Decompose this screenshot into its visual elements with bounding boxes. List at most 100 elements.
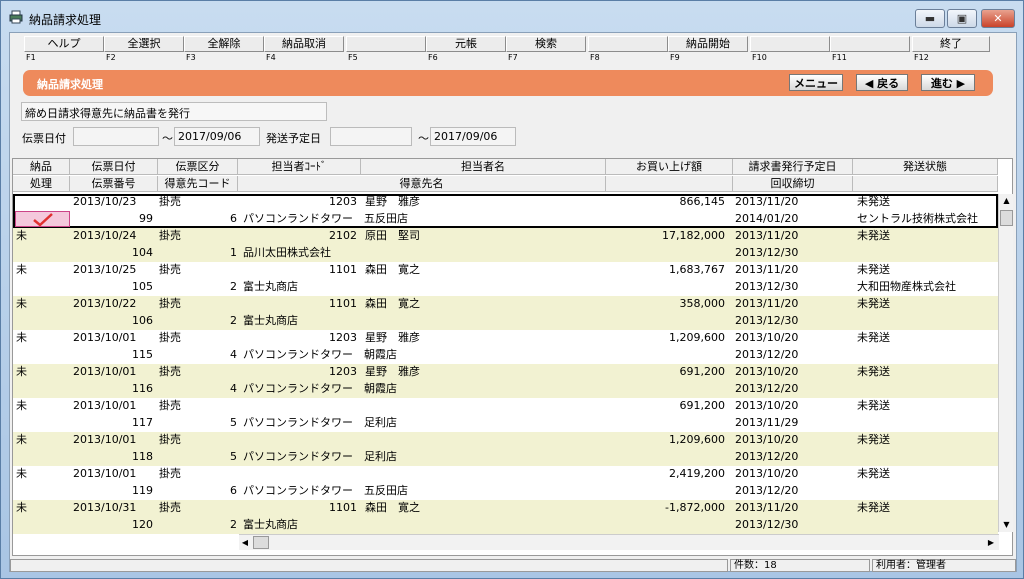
header2-4[interactable]: 回収締切 (733, 176, 853, 192)
status-count: 件数：18 (730, 559, 870, 572)
header-6[interactable]: 請求書発行予定日 (733, 159, 853, 175)
row-amount: 866,145 (679, 195, 726, 208)
header-2[interactable]: 伝票区分 (158, 159, 238, 175)
table-row[interactable]: 未 2013/10/25 掛売 1101 森田 寛之 1,683,767 2013/11/2… (13, 262, 998, 296)
horizontal-scrollbar[interactable]: ◀ ▶ (239, 534, 999, 550)
row-kind: 掛売 (159, 195, 181, 208)
process-checkbox[interactable] (15, 211, 70, 227)
table-row[interactable]: 2013/10/23 掛売 1203 星野 雅彦 866,145 2013/11/20 未発… (13, 194, 998, 228)
row-ship-dest (857, 415, 998, 431)
table-row[interactable]: 未 2013/10/01 掛売 2,419,200 2013/10/20 未発送 119 6 パ… (13, 466, 998, 500)
row-bill-date: 2013/11/20 (735, 263, 799, 276)
row-customer-name: パソコンランドタワー 足利店 (243, 450, 397, 463)
fkey-f1-button[interactable]: ヘルプ (24, 36, 104, 52)
minimize-icon: ▬ (924, 12, 936, 25)
slip-date-from-input[interactable] (73, 127, 159, 146)
row-bill-date: 2013/11/20 (735, 501, 799, 514)
maximize-button[interactable]: ▣ (947, 9, 977, 28)
row-slip-no: 119 (132, 484, 153, 497)
row-ship-status: 未発送 (857, 263, 890, 276)
fkey-f5-label: F5 (348, 53, 358, 62)
hscroll-thumb[interactable] (253, 536, 269, 549)
scroll-thumb[interactable] (1000, 210, 1013, 226)
row-customer-name: パソコンランドタワー 足利店 (243, 416, 397, 429)
app-window: 納品請求処理 ▬ ▣ ✕ ヘルプ F1 全選択 F2 全解除 F3 納品取消 F4 F5 元帳 F6… (0, 0, 1024, 579)
row-staff-name: 星野 雅彦 (365, 365, 420, 378)
scroll-left-icon[interactable]: ◀ (239, 536, 251, 549)
fkey-f2-button[interactable]: 全選択 (104, 36, 184, 52)
header2-3[interactable]: 得意先名 (238, 176, 606, 192)
row-amount: 691,200 (679, 365, 726, 378)
fkey-f11-button[interactable] (830, 36, 910, 52)
table-row[interactable]: 未 2013/10/24 掛売 2102 原田 堅司 17,182,000 2013/11/… (13, 228, 998, 262)
row-slip-no: 99 (139, 212, 153, 225)
row-customer-code: 6 (230, 212, 237, 225)
fkey-f8-button[interactable] (588, 36, 668, 52)
scroll-up-icon[interactable]: ▲ (1000, 194, 1013, 208)
title-bar: 納品請求処理 ▬ ▣ ✕ (1, 1, 1023, 31)
row-staff-code: 1101 (329, 297, 357, 310)
fkey-f10-button[interactable] (750, 36, 830, 52)
menu-button[interactable]: メニュー (789, 74, 843, 91)
row-customer-name: 富士丸商店 (243, 314, 298, 327)
scroll-down-icon[interactable]: ▼ (1000, 518, 1013, 532)
table-row[interactable]: 未 2013/10/01 掛売 691,200 2013/10/20 未発送 117 5 パソコ… (13, 398, 998, 432)
fkey-f3-button[interactable]: 全解除 (184, 36, 264, 52)
header2-0[interactable]: 処理 (13, 176, 70, 192)
header-5[interactable]: お買い上げ額 (606, 159, 733, 175)
row-customer-code: 6 (230, 484, 237, 497)
scroll-right-icon[interactable]: ▶ (985, 536, 997, 549)
close-button[interactable]: ✕ (981, 9, 1015, 28)
close-icon: ✕ (993, 12, 1003, 25)
row-status: 未 (16, 297, 27, 310)
header-7[interactable]: 発送状態 (853, 159, 998, 175)
table-row[interactable]: 未 2013/10/22 掛売 1101 森田 寛之 358,000 2013/11/20 未… (13, 296, 998, 330)
next-button[interactable]: 進む ▶ (921, 74, 975, 91)
row-staff-name (365, 398, 605, 414)
fkey-f6-button[interactable]: 元帳 (426, 36, 506, 52)
row-ship-status: 未発送 (857, 467, 890, 480)
row-staff-name: 森田 寛之 (365, 297, 420, 310)
ship-date-from-input[interactable] (330, 127, 412, 146)
row-staff-name: 星野 雅彦 (365, 331, 420, 344)
fkey-f9-button[interactable]: 納品開始 (668, 36, 748, 52)
row-kind: 掛売 (159, 229, 181, 242)
row-bill-date: 2013/10/20 (735, 433, 799, 446)
row-date: 2013/10/01 (73, 399, 137, 412)
row-customer-name: 品川太田株式会社 (243, 246, 331, 259)
row-ship-status: 未発送 (857, 297, 890, 310)
row-due-date: 2013/11/29 (735, 416, 799, 429)
header-1[interactable]: 伝票日付 (70, 159, 158, 175)
table-row[interactable]: 未 2013/10/01 掛売 1203 星野 雅彦 1,209,600 2013/10/2… (13, 330, 998, 364)
row-date: 2013/10/01 (73, 365, 137, 378)
row-bill-date: 2013/10/20 (735, 467, 799, 480)
row-bill-date: 2013/11/20 (735, 229, 799, 242)
row-staff-name (365, 466, 605, 482)
fkey-f2-label: F2 (106, 53, 116, 62)
row-staff-code: 2102 (329, 229, 357, 242)
fkey-f7-button[interactable]: 検索 (506, 36, 586, 52)
back-button[interactable]: ◀ 戻る (856, 74, 908, 91)
table-row[interactable]: 未 2013/10/31 掛売 1101 森田 寛之 -1,872,000 2013/11/… (13, 500, 998, 534)
header-0[interactable]: 納品 (13, 159, 70, 175)
row-staff-code (239, 398, 357, 414)
header2-2[interactable]: 得意先コード (158, 176, 238, 192)
row-due-date: 2013/12/30 (735, 246, 799, 259)
vertical-scrollbar[interactable]: ▲ ▼ (998, 194, 1013, 532)
row-ship-status: 未発送 (857, 331, 890, 344)
fkey-f12-button[interactable]: 終了 (912, 36, 990, 52)
fkey-f4-button[interactable]: 納品取消 (264, 36, 344, 52)
fkey-f5-button[interactable] (346, 36, 426, 52)
window-title: 納品請求処理 (29, 13, 102, 27)
header2-1[interactable]: 伝票番号 (70, 176, 158, 192)
minimize-button[interactable]: ▬ (915, 9, 945, 28)
row-ship-dest: 大和田物産株式会社 (857, 280, 956, 293)
table-row[interactable]: 未 2013/10/01 掛売 1203 星野 雅彦 691,200 2013/10/20 未… (13, 364, 998, 398)
row-due-date: 2013/12/30 (735, 280, 799, 293)
slip-date-to-input[interactable]: 2017/09/06 (174, 127, 260, 146)
table-row[interactable]: 未 2013/10/01 掛売 1,209,600 2013/10/20 未発送 118 5 パ… (13, 432, 998, 466)
row-ship-dest (857, 483, 998, 499)
header-3[interactable]: 担当者ｺｰﾄﾞ (238, 159, 361, 175)
ship-date-to-input[interactable]: 2017/09/06 (430, 127, 516, 146)
header-4[interactable]: 担当者名 (361, 159, 606, 175)
